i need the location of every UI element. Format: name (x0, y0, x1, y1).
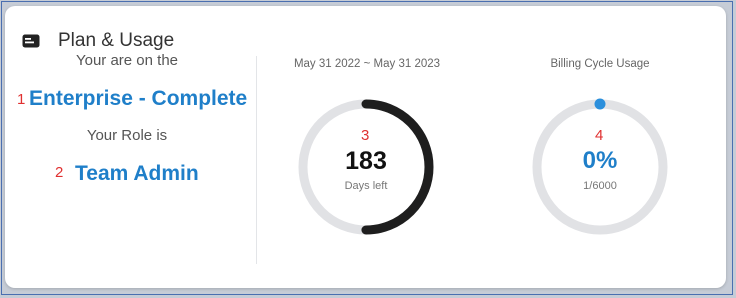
role-intro-text: Your Role is (86, 127, 168, 144)
marker-2: 2 (55, 164, 64, 181)
plan-name: Enterprise - Complete (29, 87, 248, 110)
card-title: Plan & Usage (58, 30, 175, 51)
usage-count-label: 1/6000 (583, 180, 617, 192)
section-divider (256, 56, 257, 264)
days-left-label: Days left (344, 180, 388, 192)
marker-3: 3 (361, 127, 370, 144)
usage-ring-indicator (594, 98, 606, 110)
date-range-caption: May 31 2022 ~ May 31 2023 (293, 58, 441, 70)
usage-percent-value: 0% (582, 147, 618, 174)
marker-1: 1 (17, 91, 26, 108)
billing-cycle-caption: Billing Cycle Usage (550, 58, 650, 70)
plan-intro-text: Your are on the (75, 52, 179, 69)
plan-usage-card: Plan & Usage Your are on the 1 Enterpris… (5, 6, 726, 288)
role-name: Team Admin (75, 162, 199, 185)
marker-4: 4 (595, 127, 604, 144)
days-left-value: 183 (345, 147, 387, 175)
billing-card-icon (22, 34, 40, 48)
card-header: Plan & Usage (22, 30, 174, 52)
